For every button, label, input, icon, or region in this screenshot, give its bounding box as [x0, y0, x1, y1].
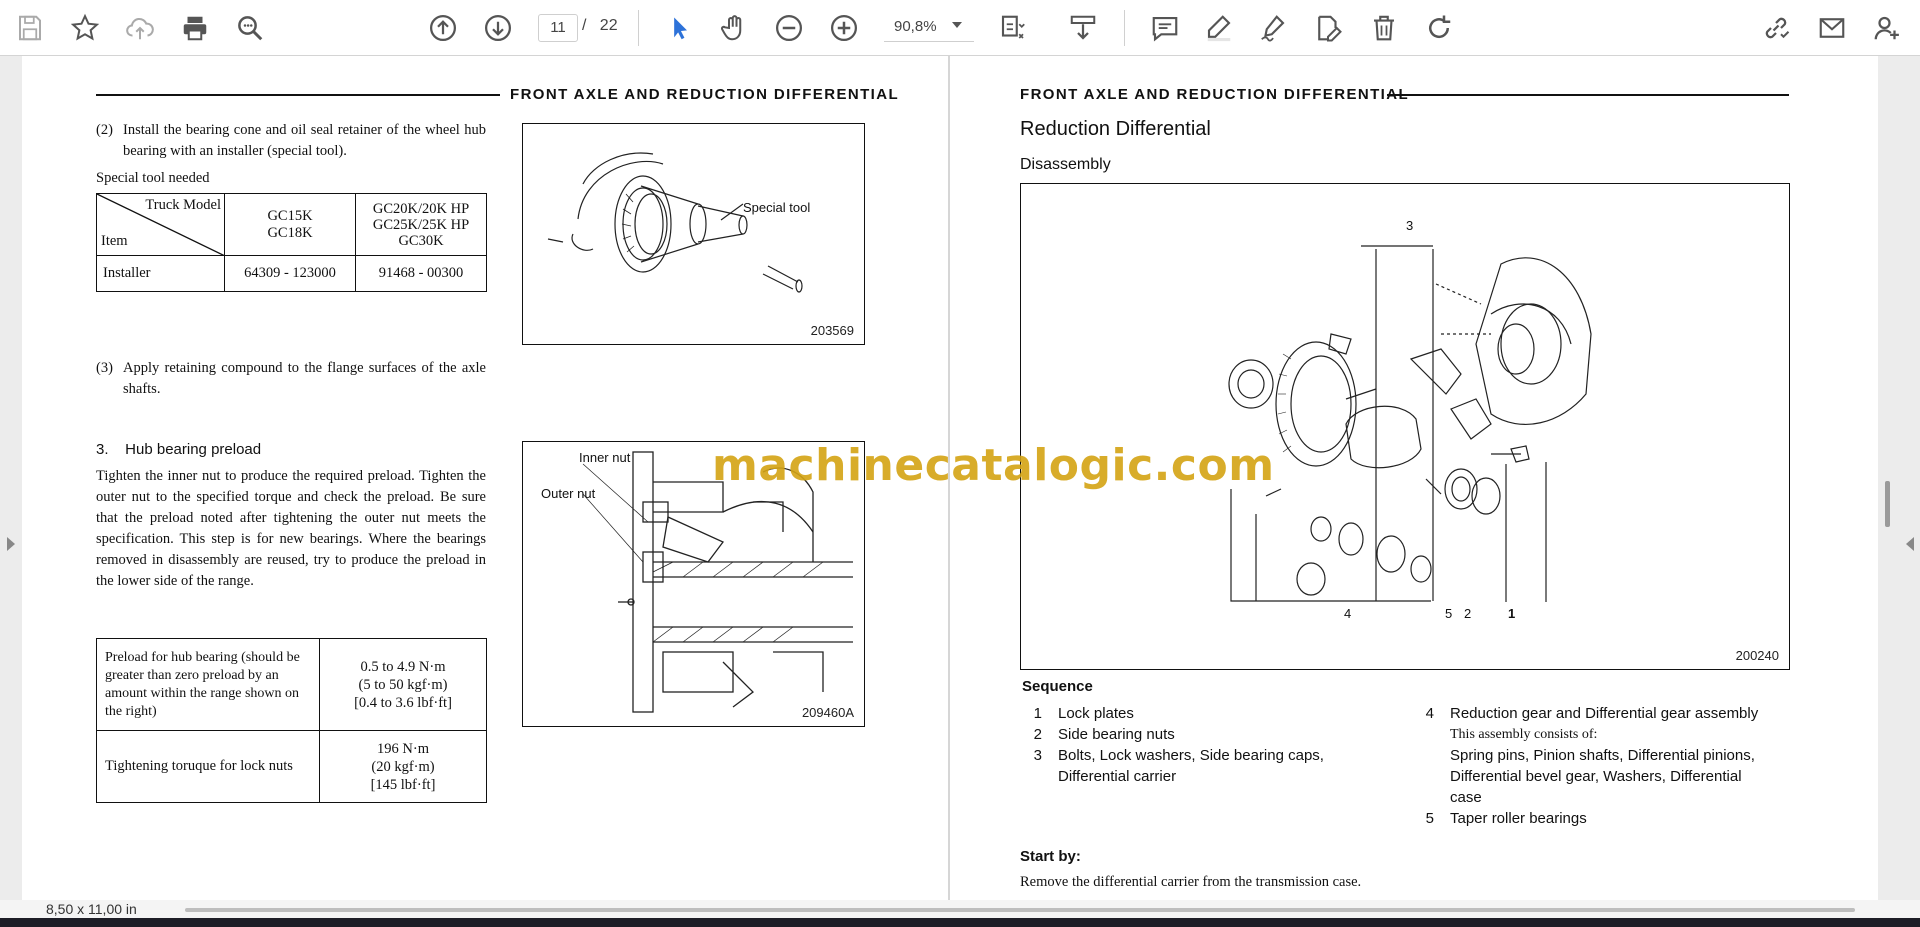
chevron-down-icon[interactable] [952, 22, 962, 28]
step-2: (2) Install the bearing cone and oil sea… [96, 122, 486, 159]
sequence-title: Sequence [1022, 678, 1093, 695]
zoom-in-icon[interactable] [825, 9, 863, 47]
page-fit-icon[interactable] [994, 9, 1032, 47]
page-size-label: 8,50 x 11,00 in [46, 901, 137, 917]
table-header-cell: GC15K GC18K [224, 193, 356, 256]
edit-pdf-icon[interactable] [1309, 9, 1347, 47]
right-gutter [1878, 56, 1920, 900]
section-subtitle: Disassembly [1020, 156, 1111, 173]
section-paragraph: Tighten the inner nut to produce the req… [96, 468, 486, 589]
figure-callout: 5 [1445, 606, 1452, 621]
table-cell: 0.5 to 4.9 N·m (5 to 50 kgf·m) [0.4 to 3… [319, 638, 487, 731]
sign-icon[interactable] [1254, 9, 1292, 47]
zoom-out-icon[interactable] [770, 9, 808, 47]
horizontal-scrollbar[interactable] [185, 908, 1855, 912]
next-page-icon[interactable] [479, 9, 517, 47]
figure-callout: Outer nut [541, 486, 596, 501]
find-icon[interactable] [231, 9, 269, 47]
print-icon[interactable] [176, 9, 214, 47]
figure-callout: 3 [1406, 218, 1413, 233]
main-toolbar: 11 / 22 90,8% [0, 0, 1920, 56]
hand-pan-icon[interactable] [715, 9, 753, 47]
start-by-text: Remove the differential carrier from the… [1020, 874, 1362, 890]
special-tool-drawing [547, 152, 803, 293]
email-icon[interactable] [1813, 9, 1851, 47]
figure-id: 209460A [801, 705, 854, 720]
figure-special-tool: Special tool 203569 [522, 123, 865, 345]
table-header-cell: GC20K/20K HP GC25K/25K HP GC30K [355, 193, 487, 256]
left-gutter [0, 56, 22, 900]
figure-callout: 1 [1508, 606, 1515, 621]
table-cell: 91468 - 00300 [355, 255, 487, 292]
special-tool-table: Truck Model Item GC15K GC18K GC20K/20K H… [96, 193, 487, 292]
figure-id: 200240 [1735, 648, 1779, 663]
comment-icon[interactable] [1146, 9, 1184, 47]
document-viewer[interactable]: FRONT AXLE AND REDUCTION DIFFERENTIAL (2… [0, 56, 1920, 900]
figure-disassembly: 3 4 5 2 1 200240 [1020, 183, 1790, 670]
special-tool-label: Special tool needed [96, 170, 210, 186]
vertical-scrollbar[interactable] [1885, 481, 1890, 527]
share-link-icon[interactable] [1757, 9, 1795, 47]
preload-table: Preload for hub bearing (should be great… [96, 638, 487, 803]
upload-cloud-icon[interactable] [121, 9, 159, 47]
select-cursor-icon[interactable] [661, 9, 699, 47]
watermark: machinecatalogic.com [712, 440, 1275, 491]
differential-exploded-drawing: 3 4 5 2 1 [1228, 218, 1592, 621]
sequence-item: 1 Lock plates [1033, 705, 1134, 722]
zoom-level-select[interactable]: 90,8% [884, 14, 974, 42]
header-rule [1387, 94, 1789, 96]
left-panel-toggle-icon[interactable] [7, 537, 15, 551]
table-cell: Tightening toruque for lock nuts [96, 730, 320, 803]
rotate-icon[interactable] [1420, 9, 1458, 47]
figure-callout: Inner nut [579, 450, 631, 465]
table-cell: 64309 - 123000 [224, 255, 356, 292]
table-corner-cell: Truck Model Item [96, 193, 225, 256]
page-header: FRONT AXLE AND REDUCTION DIFFERENTIAL [1020, 86, 1410, 103]
figure-id: 203569 [810, 323, 854, 338]
table-cell: Installer [96, 255, 225, 292]
table-cell: 196 N·m (20 kgf·m) [145 lbf·ft] [319, 730, 487, 803]
sequence-item: 5 Taper roller bearings [1425, 810, 1587, 827]
figure-callout: 4 [1344, 606, 1351, 621]
add-user-icon[interactable] [1868, 9, 1906, 47]
save-icon[interactable] [11, 9, 49, 47]
sequence-item: 3 Bolts, Lock washers, Side bearing caps… [1033, 747, 1324, 785]
start-by-title: Start by: [1020, 848, 1081, 865]
window-bottom-strip [0, 918, 1920, 927]
step-3: (3) Apply retaining compound to the flan… [96, 360, 486, 397]
page-title: Reduction Differential [1020, 118, 1211, 140]
right-panel-toggle-icon[interactable] [1906, 537, 1914, 551]
figure-callout: Special tool [743, 200, 811, 215]
page-number-input[interactable]: 11 [538, 14, 578, 42]
download-icon[interactable] [1064, 9, 1102, 47]
table-cell: Preload for hub bearing (should be great… [96, 638, 320, 731]
section-heading: 3. Hub bearing preload [96, 441, 262, 458]
highlight-icon[interactable] [1200, 9, 1238, 47]
previous-page-icon[interactable] [424, 9, 462, 47]
delete-icon[interactable] [1365, 9, 1403, 47]
header-rule [96, 94, 500, 96]
sequence-item: 2 Side bearing nuts [1033, 726, 1175, 743]
bookmark-star-icon[interactable] [66, 9, 104, 47]
page-total: / 22 [582, 17, 618, 34]
page-header: FRONT AXLE AND REDUCTION DIFFERENTIAL [510, 86, 900, 103]
figure-callout: 2 [1464, 606, 1471, 621]
